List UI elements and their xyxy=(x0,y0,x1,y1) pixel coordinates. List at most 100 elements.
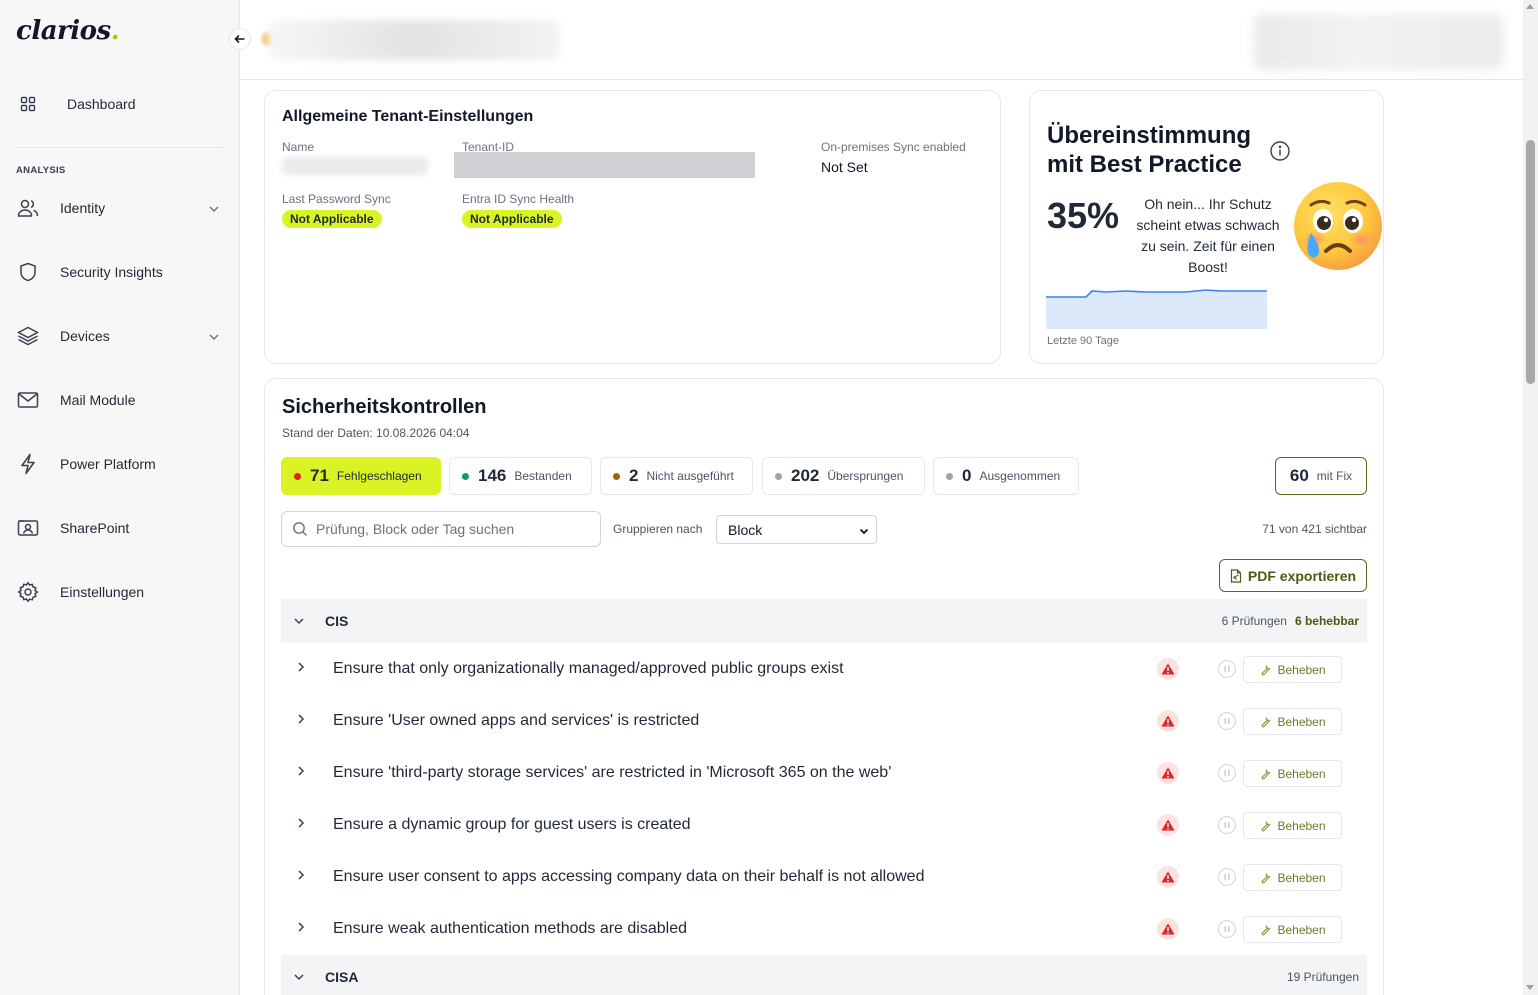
group-check-count: 19 Prüfungen xyxy=(1286,970,1359,984)
search-icon xyxy=(293,522,307,536)
group-fixable-count: 6 behebbar xyxy=(1294,614,1359,628)
best-practice-title: Übereinstimmung mit Best Practice xyxy=(1047,122,1252,178)
sidebar-item-security-insights[interactable]: Security Insights xyxy=(16,252,224,292)
pause-icon[interactable] xyxy=(1218,660,1236,678)
fix-button[interactable]: Beheben xyxy=(1243,708,1342,735)
export-pdf-button[interactable]: PDF exportieren xyxy=(1219,559,1367,592)
fix-button[interactable]: Beheben xyxy=(1243,812,1342,839)
fix-button[interactable]: Beheben xyxy=(1243,760,1342,787)
button-label: Beheben xyxy=(1277,922,1326,937)
search-box[interactable] xyxy=(281,511,601,547)
group-header-cisa[interactable]: CISA 19 Prüfungen xyxy=(281,955,1367,995)
card-title: Allgemeine Tenant-Einstellungen xyxy=(282,108,534,125)
warning-icon xyxy=(1157,710,1179,732)
sidebar-item-identity[interactable]: Identity xyxy=(16,188,224,228)
filter-chip-failed[interactable]: 71 Fehlgeschlagen xyxy=(281,457,441,495)
chevron-right-icon[interactable] xyxy=(297,660,317,678)
blurred-user-menu[interactable] xyxy=(1254,14,1504,70)
scrollbar-thumb[interactable] xyxy=(1526,140,1535,384)
last-password-sync-badge: Not Applicable xyxy=(282,210,382,228)
sidebar-item-devices[interactable]: Devices xyxy=(16,316,224,356)
button-label: Beheben xyxy=(1277,662,1326,677)
wrench-icon xyxy=(1262,716,1272,727)
sidebar-item-einstellungen[interactable]: Einstellungen xyxy=(16,572,224,612)
wrench-icon xyxy=(1262,924,1272,935)
chevron-right-icon[interactable] xyxy=(297,816,317,834)
chip-label: Ausgenommen xyxy=(979,469,1061,483)
group-header-cis[interactable]: CIS 6 Prüfungen 6 behebbar xyxy=(281,599,1367,643)
check-title: Ensure 'User owned apps and services' is… xyxy=(333,712,700,729)
pause-icon[interactable] xyxy=(1218,920,1236,938)
search-input[interactable] xyxy=(316,521,586,537)
check-row[interactable]: Ensure weak authentication methods are d… xyxy=(281,903,1367,955)
filter-chip-with-fix[interactable]: 60 mit Fix xyxy=(1275,457,1367,495)
fix-button[interactable]: Beheben xyxy=(1243,864,1342,891)
check-row[interactable]: Ensure a dynamic group for guest users i… xyxy=(281,799,1367,851)
users-icon xyxy=(16,196,40,220)
check-title: Ensure that only organizationally manage… xyxy=(333,660,844,677)
warning-icon xyxy=(1157,866,1179,888)
check-row[interactable]: Ensure that only organizationally manage… xyxy=(281,643,1367,695)
blurred-tenant-title xyxy=(268,20,560,60)
sidebar-item-mail-module[interactable]: Mail Module xyxy=(16,380,224,420)
main-content: Allgemeine Tenant-Einstellungen Name Ten… xyxy=(240,80,1523,995)
chevron-right-icon[interactable] xyxy=(297,712,317,730)
group-by-value: Block xyxy=(728,521,763,538)
tenant-settings-card: Allgemeine Tenant-Einstellungen Name Ten… xyxy=(264,90,1001,364)
chip-label: Bestanden xyxy=(514,469,572,483)
fix-button[interactable]: Beheben xyxy=(1243,656,1342,683)
sidebar-item-label: Mail Module xyxy=(60,392,136,408)
top-header xyxy=(240,0,1523,80)
fix-button[interactable]: Beheben xyxy=(1243,916,1342,943)
blurred-name-value xyxy=(282,157,428,175)
section-title: Sicherheitskontrollen xyxy=(282,396,487,418)
pause-icon[interactable] xyxy=(1218,712,1236,730)
divider xyxy=(16,147,223,148)
check-row[interactable]: Ensure 'third-party storage services' ar… xyxy=(281,747,1367,799)
sparkline-caption: Letzte 90 Tage xyxy=(1047,335,1119,347)
chip-label: Fehlgeschlagen xyxy=(336,469,422,483)
bolt-icon xyxy=(16,452,40,476)
filter-chip-not-run[interactable]: 2 Nicht ausgeführt xyxy=(600,457,753,495)
sidebar-item-sharepoint[interactable]: SharePoint xyxy=(16,508,224,548)
pause-icon[interactable] xyxy=(1218,868,1236,886)
logo[interactable]: clarios. xyxy=(16,16,120,46)
group-count: 6 Prüfungen 6 behebbar xyxy=(1222,614,1359,628)
group-by-select[interactable]: Block xyxy=(716,515,877,544)
chevron-right-icon[interactable] xyxy=(297,868,317,886)
info-icon[interactable] xyxy=(1270,141,1290,166)
filter-chip-excluded[interactable]: 0 Ausgenommen xyxy=(933,457,1079,495)
check-title: Ensure a dynamic group for guest users i… xyxy=(333,816,691,833)
filter-chip-skipped[interactable]: 202 Übersprungen xyxy=(762,457,925,495)
shield-icon xyxy=(16,260,40,284)
chevron-right-icon[interactable] xyxy=(297,920,317,938)
status-dot xyxy=(775,472,782,480)
scroll-down-arrow[interactable] xyxy=(1526,985,1534,990)
onprem-sync-label: On-premises Sync enabled xyxy=(821,140,966,154)
check-row[interactable]: Ensure user consent to apps accessing co… xyxy=(281,851,1367,903)
chevron-right-icon[interactable] xyxy=(297,764,317,782)
filter-chip-passed[interactable]: 146 Bestanden xyxy=(449,457,592,495)
sidebar-item-label: Einstellungen xyxy=(60,584,145,600)
last-password-sync-label: Last Password Sync xyxy=(282,192,391,206)
sidebar-item-label: Power Platform xyxy=(60,456,156,472)
data-timestamp: Stand der Daten: 10.08.2026 04:04 xyxy=(282,426,470,440)
pause-icon[interactable] xyxy=(1218,764,1236,782)
chip-count: 202 xyxy=(791,466,820,485)
button-label: Beheben xyxy=(1277,766,1326,781)
chip-count: 0 xyxy=(962,466,972,485)
group-by-label: Gruppieren nach xyxy=(613,522,703,536)
button-label: Beheben xyxy=(1277,870,1326,885)
wrench-icon xyxy=(1262,872,1272,883)
check-row[interactable]: Ensure 'User owned apps and services' is… xyxy=(281,695,1367,747)
scroll-up-arrow[interactable] xyxy=(1526,4,1534,9)
collapse-sidebar-button[interactable] xyxy=(229,28,251,50)
chevron-down-icon xyxy=(293,612,313,630)
warning-icon xyxy=(1157,814,1179,836)
chip-label: Übersprungen xyxy=(827,469,904,483)
chevron-down-icon xyxy=(208,200,220,216)
sidebar-item-dashboard[interactable]: Dashboard xyxy=(16,84,224,124)
sidebar-item-power-platform[interactable]: Power Platform xyxy=(16,444,224,484)
pause-icon[interactable] xyxy=(1218,816,1236,834)
mail-icon xyxy=(16,388,40,412)
